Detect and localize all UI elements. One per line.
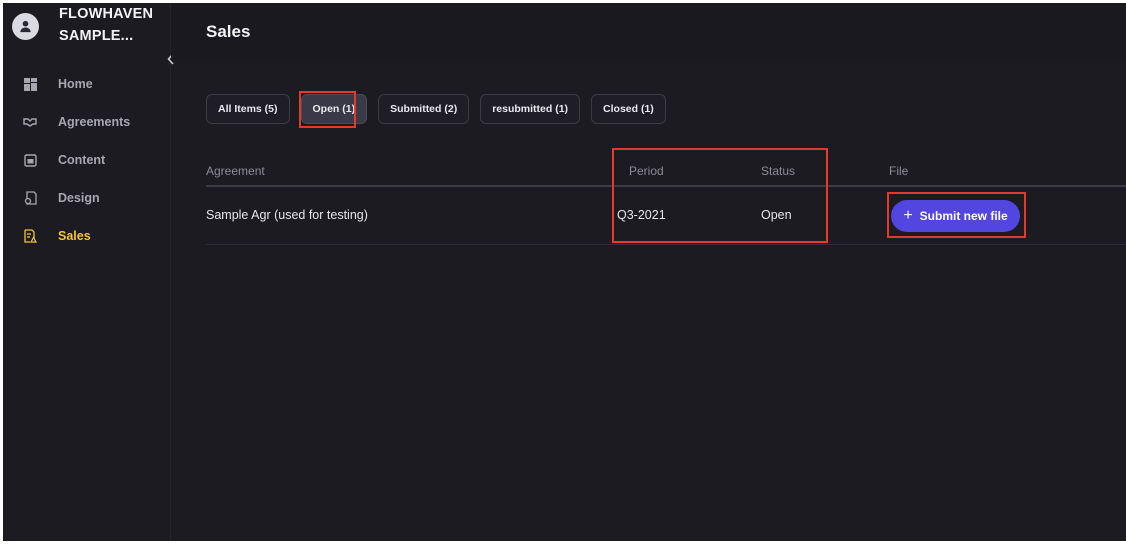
- status-cell: Open: [761, 208, 792, 222]
- plus-icon: +: [903, 207, 913, 224]
- app-window: FLOWHAVEN SAMPLE... Home Agreements Cont…: [3, 3, 1126, 541]
- sidebar: FLOWHAVEN SAMPLE... Home Agreements Cont…: [3, 3, 174, 541]
- period-cell: Q3-2021: [617, 208, 666, 222]
- sidebar-item-label: Sales: [58, 229, 91, 243]
- column-header-file[interactable]: File: [889, 164, 908, 178]
- column-header-agreement[interactable]: Agreement: [206, 164, 265, 178]
- org-header[interactable]: FLOWHAVEN SAMPLE...: [3, 3, 170, 61]
- gallery-icon: [23, 153, 37, 167]
- agreement-cell[interactable]: Sample Agr (used for testing): [206, 208, 368, 222]
- org-name-line1: FLOWHAVEN: [59, 6, 154, 22]
- sidebar-item-agreements[interactable]: Agreements: [3, 103, 170, 141]
- sidebar-item-content[interactable]: Content: [3, 141, 170, 179]
- sidebar-item-sales[interactable]: Sales: [3, 217, 170, 255]
- filter-closed[interactable]: Closed (1): [591, 94, 666, 124]
- status-filter-tabs: All Items (5) Open (1) Submitted (2) res…: [206, 94, 666, 124]
- sidebar-item-label: Home: [58, 77, 93, 91]
- org-name-line2: SAMPLE...: [59, 28, 134, 44]
- filter-resubmitted[interactable]: resubmitted (1): [480, 94, 581, 124]
- page-title: Sales: [206, 22, 251, 41]
- sidebar-item-label: Agreements: [58, 115, 131, 129]
- column-header-period[interactable]: Period: [629, 164, 664, 178]
- user-icon: [20, 20, 31, 33]
- table-header: Agreement Period Status File: [206, 152, 1126, 187]
- filter-open[interactable]: Open (1): [300, 94, 368, 124]
- sidebar-item-home[interactable]: Home: [3, 65, 170, 103]
- org-name: FLOWHAVEN SAMPLE...: [59, 3, 153, 47]
- avatar[interactable]: [12, 13, 39, 40]
- handshake-icon: [23, 115, 37, 129]
- sidebar-item-label: Design: [58, 191, 100, 205]
- sales-table: Agreement Period Status File Sample Agr …: [206, 152, 1126, 245]
- sidebar-nav: Home Agreements Content Design Sales: [3, 65, 170, 255]
- column-header-status[interactable]: Status: [761, 164, 795, 178]
- design-file-icon: [23, 191, 37, 205]
- dashboard-icon: [23, 77, 37, 91]
- sales-report-icon: [23, 229, 37, 243]
- page-header: Sales: [171, 3, 1126, 61]
- sidebar-item-design[interactable]: Design: [3, 179, 170, 217]
- main-content: Sales All Items (5) Open (1) Submitted (…: [171, 3, 1126, 541]
- submit-new-file-label: Submit new file: [919, 209, 1008, 223]
- submit-new-file-button[interactable]: + Submit new file: [891, 200, 1020, 232]
- filter-submitted[interactable]: Submitted (2): [378, 94, 470, 124]
- table-row[interactable]: Sample Agr (used for testing) Q3-2021 Op…: [206, 187, 1126, 245]
- sidebar-item-label: Content: [58, 153, 106, 167]
- filter-all-items[interactable]: All Items (5): [206, 94, 290, 124]
